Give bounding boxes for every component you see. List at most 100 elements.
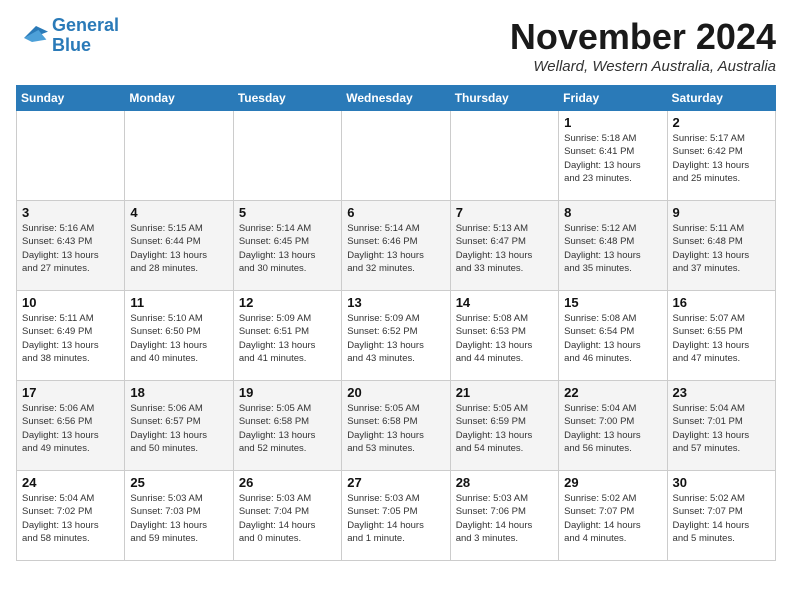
day-number: 1 <box>564 115 661 130</box>
day-info: Sunrise: 5:09 AM Sunset: 6:52 PM Dayligh… <box>347 312 444 365</box>
day-number: 30 <box>673 475 770 490</box>
month-title: November 2024 <box>510 16 776 58</box>
table-row <box>233 111 341 201</box>
table-row: 23Sunrise: 5:04 AM Sunset: 7:01 PM Dayli… <box>667 381 775 471</box>
day-info: Sunrise: 5:05 AM Sunset: 6:59 PM Dayligh… <box>456 402 553 455</box>
header-sunday: Sunday <box>17 86 125 111</box>
day-number: 12 <box>239 295 336 310</box>
table-row: 28Sunrise: 5:03 AM Sunset: 7:06 PM Dayli… <box>450 471 558 561</box>
table-row: 5 Sunrise: 5:14 AM Sunset: 6:45 PM Daylig… <box>233 201 341 291</box>
logo: General Blue <box>16 16 119 56</box>
table-row: 27 Sunrise: 5:03 AM Sunset: 7:05 PM Dayli… <box>342 471 450 561</box>
day-info: Sunrise: 5:07 AM Sunset: 6:55 PM Dayligh… <box>673 312 770 365</box>
day-info: Sunrise: 5:17 AM Sunset: 6:42 PM Dayligh… <box>673 132 770 185</box>
table-row: 8 Sunrise: 5:12 AM Sunset: 6:48 PM Daylig… <box>559 201 667 291</box>
day-info: Sunrise: 5:11 AM Sunset: 6:49 PM Dayligh… <box>22 312 119 365</box>
table-row: 11Sunrise: 5:10 AM Sunset: 6:50 PM Dayli… <box>125 291 233 381</box>
table-row: 14Sunrise: 5:08 AM Sunset: 6:53 PM Dayli… <box>450 291 558 381</box>
day-number: 22 <box>564 385 661 400</box>
table-row: 21 Sunrise: 5:05 AM Sunset: 6:59 PM Dayli… <box>450 381 558 471</box>
table-row <box>125 111 233 201</box>
table-row: 15Sunrise: 5:08 AM Sunset: 6:54 PM Dayli… <box>559 291 667 381</box>
day-info: Sunrise: 5:16 AM Sunset: 6:43 PM Dayligh… <box>22 222 119 275</box>
day-number: 24 <box>22 475 119 490</box>
day-info: Sunrise: 5:14 AM Sunset: 6:45 PM Dayligh… <box>239 222 336 275</box>
day-info: Sunrise: 5:03 AM Sunset: 7:04 PM Dayligh… <box>239 492 336 545</box>
day-number: 27 <box>347 475 444 490</box>
day-number: 2 <box>673 115 770 130</box>
day-number: 17 <box>22 385 119 400</box>
table-row <box>450 111 558 201</box>
day-number: 6 <box>347 205 444 220</box>
day-number: 18 <box>130 385 227 400</box>
day-info: Sunrise: 5:06 AM Sunset: 6:57 PM Dayligh… <box>130 402 227 455</box>
day-info: Sunrise: 5:04 AM Sunset: 7:00 PM Dayligh… <box>564 402 661 455</box>
day-number: 13 <box>347 295 444 310</box>
day-info: Sunrise: 5:15 AM Sunset: 6:44 PM Dayligh… <box>130 222 227 275</box>
table-row: 3 Sunrise: 5:16 AM Sunset: 6:43 PM Daylig… <box>17 201 125 291</box>
table-row: 18 Sunrise: 5:06 AM Sunset: 6:57 PM Dayli… <box>125 381 233 471</box>
table-row: 24 Sunrise: 5:04 AM Sunset: 7:02 PM Dayli… <box>17 471 125 561</box>
header-monday: Monday <box>125 86 233 111</box>
table-row <box>17 111 125 201</box>
day-info: Sunrise: 5:04 AM Sunset: 7:02 PM Dayligh… <box>22 492 119 545</box>
subtitle: Wellard, Western Australia, Australia <box>510 58 776 75</box>
header: General Blue November 2024 Wellard, West… <box>16 16 776 75</box>
day-info: Sunrise: 5:11 AM Sunset: 6:48 PM Dayligh… <box>673 222 770 275</box>
day-info: Sunrise: 5:18 AM Sunset: 6:41 PM Dayligh… <box>564 132 661 185</box>
logo-line2: Blue <box>52 35 91 55</box>
table-row: 16Sunrise: 5:07 AM Sunset: 6:55 PM Dayli… <box>667 291 775 381</box>
day-number: 5 <box>239 205 336 220</box>
day-number: 23 <box>673 385 770 400</box>
day-info: Sunrise: 5:06 AM Sunset: 6:56 PM Dayligh… <box>22 402 119 455</box>
day-number: 11 <box>130 295 227 310</box>
day-number: 29 <box>564 475 661 490</box>
header-friday: Friday <box>559 86 667 111</box>
day-info: Sunrise: 5:05 AM Sunset: 6:58 PM Dayligh… <box>239 402 336 455</box>
day-info: Sunrise: 5:09 AM Sunset: 6:51 PM Dayligh… <box>239 312 336 365</box>
day-number: 25 <box>130 475 227 490</box>
day-info: Sunrise: 5:05 AM Sunset: 6:58 PM Dayligh… <box>347 402 444 455</box>
table-row: 25 Sunrise: 5:03 AM Sunset: 7:03 PM Dayli… <box>125 471 233 561</box>
table-row: 29 Sunrise: 5:02 AM Sunset: 7:07 PM Dayli… <box>559 471 667 561</box>
day-info: Sunrise: 5:03 AM Sunset: 7:05 PM Dayligh… <box>347 492 444 545</box>
header-wednesday: Wednesday <box>342 86 450 111</box>
title-area: November 2024 Wellard, Western Australia… <box>510 16 776 75</box>
table-row: 1 Sunrise: 5:18 AM Sunset: 6:41 PM Daylig… <box>559 111 667 201</box>
header-tuesday: Tuesday <box>233 86 341 111</box>
table-row: 20Sunrise: 5:05 AM Sunset: 6:58 PM Dayli… <box>342 381 450 471</box>
table-row: 26 Sunrise: 5:03 AM Sunset: 7:04 PM Dayli… <box>233 471 341 561</box>
day-info: Sunrise: 5:03 AM Sunset: 7:03 PM Dayligh… <box>130 492 227 545</box>
day-number: 21 <box>456 385 553 400</box>
header-saturday: Saturday <box>667 86 775 111</box>
day-number: 19 <box>239 385 336 400</box>
day-info: Sunrise: 5:03 AM Sunset: 7:06 PM Dayligh… <box>456 492 553 545</box>
table-row: 22 Sunrise: 5:04 AM Sunset: 7:00 PM Dayli… <box>559 381 667 471</box>
day-number: 8 <box>564 205 661 220</box>
calendar-body: 1 Sunrise: 5:18 AM Sunset: 6:41 PM Daylig… <box>17 111 776 561</box>
calendar-table: Sunday Monday Tuesday Wednesday Thursday… <box>16 85 776 561</box>
day-info: Sunrise: 5:14 AM Sunset: 6:46 PM Dayligh… <box>347 222 444 275</box>
day-info: Sunrise: 5:12 AM Sunset: 6:48 PM Dayligh… <box>564 222 661 275</box>
table-row: 13 Sunrise: 5:09 AM Sunset: 6:52 PM Dayli… <box>342 291 450 381</box>
day-info: Sunrise: 5:02 AM Sunset: 7:07 PM Dayligh… <box>564 492 661 545</box>
table-row: 10 Sunrise: 5:11 AM Sunset: 6:49 PM Dayli… <box>17 291 125 381</box>
day-number: 26 <box>239 475 336 490</box>
day-number: 10 <box>22 295 119 310</box>
table-row: 4Sunrise: 5:15 AM Sunset: 6:44 PM Daylig… <box>125 201 233 291</box>
day-number: 9 <box>673 205 770 220</box>
logo-icon <box>16 22 48 50</box>
table-row: 6 Sunrise: 5:14 AM Sunset: 6:46 PM Daylig… <box>342 201 450 291</box>
day-info: Sunrise: 5:08 AM Sunset: 6:54 PM Dayligh… <box>564 312 661 365</box>
day-number: 3 <box>22 205 119 220</box>
day-number: 14 <box>456 295 553 310</box>
day-number: 7 <box>456 205 553 220</box>
table-row: 7Sunrise: 5:13 AM Sunset: 6:47 PM Daylig… <box>450 201 558 291</box>
table-row: 12 Sunrise: 5:09 AM Sunset: 6:51 PM Dayli… <box>233 291 341 381</box>
table-row <box>342 111 450 201</box>
calendar-header: Sunday Monday Tuesday Wednesday Thursday… <box>17 86 776 111</box>
table-row: 2 Sunrise: 5:17 AM Sunset: 6:42 PM Daylig… <box>667 111 775 201</box>
logo-text: General Blue <box>52 16 119 56</box>
header-thursday: Thursday <box>450 86 558 111</box>
table-row: 9 Sunrise: 5:11 AM Sunset: 6:48 PM Daylig… <box>667 201 775 291</box>
